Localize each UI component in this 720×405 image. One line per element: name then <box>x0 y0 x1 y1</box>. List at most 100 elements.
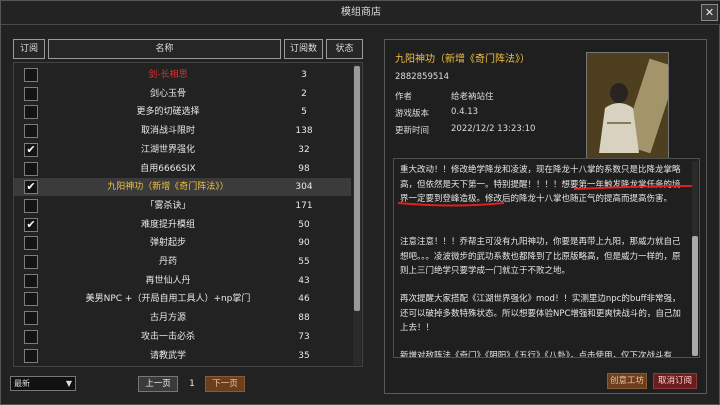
mod-list-row[interactable]: 古月方源 88 <box>14 309 351 327</box>
mod-name: 江湖世界强化 <box>140 144 195 155</box>
updated-value: 2022/12/2 13:23:10 <box>451 124 536 134</box>
subscribe-checkbox[interactable] <box>24 124 38 139</box>
subscribed-checkbox[interactable]: ✔ <box>24 142 38 157</box>
mod-name: 取消战斗限时 <box>140 126 195 137</box>
unsubscribe-button[interactable]: 取消订阅 <box>653 373 697 389</box>
detail-title: 九阳神功（新增《奇门阵法》） <box>395 54 530 65</box>
mod-list-panel: 订阅 名称 订阅数 状态 剑-长相思 3 剑心玉骨 2 更多的切磋选择 5 取消战斗限时 13… <box>13 39 363 369</box>
description-box[interactable]: 重大改动！！修改绝学降龙和凌波，现在降龙十八掌的系数只是比降龙掌略高，但依然是天… <box>393 158 700 358</box>
description-paragraph-2: 注意注意！！！乔帮主可没有九阳神功，你要是再带上九阳，那威力就自己想吧。。。凌波… <box>400 237 681 276</box>
mod-subscriber-count: 35 <box>298 350 310 361</box>
subscribe-checkbox[interactable] <box>24 348 38 363</box>
subscribe-checkbox[interactable] <box>24 161 38 176</box>
column-header-subscribe[interactable]: 订阅 <box>13 39 45 59</box>
subscribe-checkbox[interactable] <box>24 198 38 213</box>
mod-detail-panel: 九阳神功（新增《奇门阵法》） 2882859514 作者 给老衲站住 游戏版本 … <box>384 39 707 394</box>
mod-name: 丹药 <box>158 257 177 267</box>
description-scrollbar-thumb[interactable] <box>692 236 698 356</box>
mod-subscriber-count: 98 <box>298 163 310 174</box>
mod-shop-window: 模组商店 ✕ 订阅 名称 订阅数 状态 剑-长相思 3 剑心玉骨 2 更多的切磋选择 5 取… <box>0 0 720 405</box>
mod-name: 九阳神功（新增《奇门阵法》） <box>107 182 229 193</box>
mod-list-row[interactable]: ✔ 难度提升模组 50 <box>14 216 351 234</box>
mod-name: 请教武学 <box>149 350 186 361</box>
mod-list-row[interactable]: ✔ 江湖世界强化 32 <box>14 141 351 159</box>
detail-id: 2882859514 <box>395 72 450 82</box>
subscribed-checkbox[interactable]: ✔ <box>24 217 38 232</box>
mod-subscriber-count: 46 <box>298 294 310 305</box>
workshop-button[interactable]: 创意工坊 <box>607 373 647 389</box>
updated-label: 更新时间 <box>395 126 430 136</box>
mod-name: 古月方源 <box>149 313 186 324</box>
subscribe-checkbox[interactable] <box>24 105 38 120</box>
mod-list-row[interactable]: 「雾杀诀」 171 <box>14 197 351 215</box>
subscribe-checkbox[interactable] <box>24 329 38 344</box>
column-header-count[interactable]: 订阅数 <box>284 39 323 59</box>
subscribe-checkbox[interactable] <box>24 236 38 251</box>
description-paragraph-4: 新增对敌阵法《奇门》《阴阳》《五行》《八卦》，点击使用，仅下次战斗有效，同时关闭… <box>400 351 673 358</box>
mod-list-row[interactable]: 剑-长相思 3 <box>14 66 351 84</box>
mod-subscriber-count: 5 <box>301 107 307 118</box>
mod-subscriber-count: 138 <box>295 126 313 137</box>
sort-value: 最新 <box>14 379 30 388</box>
subscribe-checkbox[interactable] <box>24 292 38 307</box>
mod-list-row[interactable]: 再世仙人丹 43 <box>14 272 351 290</box>
mod-subscriber-count: 2 <box>301 88 307 99</box>
mod-list-row[interactable]: 自用6666SIX 98 <box>14 160 351 178</box>
mod-subscriber-count: 304 <box>295 182 313 193</box>
mod-list-row[interactable]: 攻击一击必杀 73 <box>14 328 351 346</box>
mod-subscriber-count: 171 <box>295 200 313 211</box>
subscribe-checkbox[interactable] <box>24 311 38 326</box>
mod-subscriber-count: 32 <box>298 144 310 155</box>
window-title: 模组商店 <box>341 7 381 18</box>
mod-list-row[interactable]: 丹药 55 <box>14 253 351 271</box>
mod-subscriber-count: 50 <box>298 219 310 230</box>
subscribe-checkbox[interactable] <box>24 86 38 101</box>
mod-list-row[interactable]: 请教武学 35 <box>14 347 351 365</box>
description-scrollbar[interactable] <box>692 161 698 356</box>
mod-list: 剑-长相思 3 剑心玉骨 2 更多的切磋选择 5 取消战斗限时 138 ✔ 江湖世界强化 32 自用6… <box>13 62 363 367</box>
prev-page-button[interactable]: 上一页 <box>138 376 178 392</box>
mod-subscriber-count: 3 <box>301 70 307 80</box>
title-bar: 模组商店 ✕ <box>1 1 720 25</box>
mod-subscriber-count: 88 <box>298 313 310 324</box>
subscribed-checkbox[interactable]: ✔ <box>24 180 38 195</box>
version-value: 0.4.13 <box>451 107 479 117</box>
mod-list-row[interactable]: 美男NPC +（开局自用工具人）+np掌门 46 <box>14 290 351 308</box>
mod-name: 自用6666SIX <box>140 163 196 174</box>
subscribe-checkbox[interactable] <box>24 273 38 288</box>
version-label: 游戏版本 <box>395 109 430 119</box>
mod-subscriber-count: 43 <box>298 275 310 286</box>
column-header-name[interactable]: 名称 <box>48 39 281 59</box>
mod-name: 攻击一击必杀 <box>140 331 195 342</box>
mod-name: 弹射起步 <box>149 238 186 249</box>
mod-name: 更多的切磋选择 <box>136 107 200 118</box>
mod-name: 「雾杀诀」 <box>145 200 191 211</box>
close-button[interactable]: ✕ <box>701 4 718 21</box>
mod-list-row[interactable]: 取消战斗限时 138 <box>14 122 351 140</box>
description-paragraph-3: 再次提醒大家搭配《江湖世界强化》mod！！实测里边npc的buff非常强，还可以… <box>400 294 681 333</box>
mod-list-row[interactable]: 更多的切磋选择 5 <box>14 103 351 121</box>
red-underline-annotation <box>397 185 695 207</box>
author-value: 给老衲站住 <box>451 92 494 102</box>
mod-subscriber-count: 55 <box>298 257 310 267</box>
mod-subscriber-count: 90 <box>298 238 310 249</box>
column-header-status[interactable]: 状态 <box>326 39 363 59</box>
list-scrollbar-thumb[interactable] <box>354 66 360 311</box>
mod-list-row[interactable]: 弹射起步 90 <box>14 234 351 252</box>
page-number: 1 <box>189 379 195 389</box>
mod-subscriber-count: 73 <box>298 331 310 342</box>
author-label: 作者 <box>395 92 413 102</box>
chevron-down-icon: ▼ <box>65 379 72 388</box>
next-page-button[interactable]: 下一页 <box>205 376 245 392</box>
mod-thumbnail-image <box>586 52 669 159</box>
subscribe-checkbox[interactable] <box>24 255 38 269</box>
mod-name: 剑心玉骨 <box>149 88 186 99</box>
mod-name: 剑-长相思 <box>148 70 188 80</box>
sort-dropdown[interactable]: 最新 ▼ <box>10 376 76 391</box>
mod-list-row[interactable]: 剑心玉骨 2 <box>14 85 351 103</box>
mod-list-row[interactable]: ✔ 九阳神功（新增《奇门阵法》） 304 <box>14 178 351 197</box>
mod-name: 难度提升模组 <box>140 219 195 230</box>
mod-name: 再世仙人丹 <box>145 275 191 286</box>
list-scrollbar[interactable] <box>353 64 361 365</box>
subscribe-checkbox[interactable] <box>24 68 38 82</box>
